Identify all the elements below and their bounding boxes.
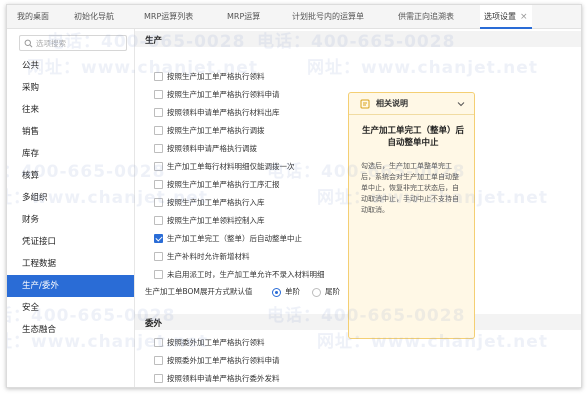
sidebar: 公共 采购 往来 销售 库存 核算 多组织 财务 凭证接口 工程数据 生产/委外… [7,29,135,387]
bom-expand-row: 生产加工单BOM展开方式默认值 单阶 尾阶 [145,286,340,298]
sidebar-item-public[interactable]: 公共 [7,55,134,77]
option-search[interactable] [19,35,127,51]
radio-last-level-label: 尾阶 [325,287,340,296]
radio-single-level[interactable] [272,288,281,297]
checkbox[interactable] [154,90,163,99]
checkbox[interactable] [154,72,163,81]
tab-trace[interactable]: 供需正向追溯表 [398,5,454,29]
tab-mrp-list[interactable]: MRP运算列表 [144,5,193,29]
chevron-down-icon[interactable] [457,100,465,108]
tab-bar: 我的桌面 初始化导航 MRP运算列表 MRP运算 计划批号内的运算单 供需正向追… [7,5,581,29]
sidebar-item-sales[interactable]: 销售 [7,121,134,143]
search-input[interactable] [36,37,122,49]
production-section-header [135,31,581,47]
checkbox[interactable] [154,162,163,171]
help-title: 生产加工单完工（整单）后自动整单中止 [361,126,464,148]
help-panel: 相关说明 生产加工单完工（整单）后自动整单中止 勾选后，生产加工单整单完工后，系… [348,92,475,339]
help-panel-header[interactable]: 相关说明 [349,93,474,115]
production-section-title: 生产 [145,36,163,46]
checkbox[interactable] [154,270,163,279]
tab-mrp-calc[interactable]: MRP运算 [227,5,260,29]
sidebar-item-finance[interactable]: 财务 [7,209,134,231]
radio-single-level-label: 单阶 [285,287,300,296]
checkbox-checked[interactable] [154,234,163,243]
tab-init-nav[interactable]: 初始化导航 [74,5,114,29]
bom-expand-label: 生产加工单BOM展开方式默认值 [145,287,253,296]
checkbox[interactable] [154,108,163,117]
close-icon[interactable]: × [520,12,528,22]
search-icon [24,39,33,48]
tab-my-desktop[interactable]: 我的桌面 [17,5,49,29]
checkbox[interactable] [154,180,163,189]
outsourcing-section-title: 委外 [145,319,163,329]
sidebar-item-costing[interactable]: 核算 [7,165,134,187]
sidebar-item-ecosystem[interactable]: 生态融合 [7,319,134,341]
checkbox[interactable] [154,252,163,261]
checkbox[interactable] [154,144,163,153]
sidebar-item-purchase[interactable]: 采购 [7,77,134,99]
tab-options-label: 选项设置 [484,12,516,21]
radio-last-level[interactable] [312,288,321,297]
sidebar-item-security[interactable]: 安全 [7,297,134,319]
tab-options[interactable]: 选项设置 × [480,5,532,29]
help-body: 勾选后，生产加工单整单完工后，系统会对生产加工单自动整单中止，恢复非完工状态后，… [361,162,459,214]
sidebar-item-accounts[interactable]: 往来 [7,99,134,121]
help-panel-heading: 相关说明 [376,99,408,108]
checkbox[interactable] [154,198,163,207]
sidebar-item-production[interactable]: 生产/委外 [7,275,134,297]
checkbox[interactable] [154,216,163,225]
options-content: 生产 按照生产加工单严格执行领料 按照生产加工单严格执行领料申请 按照领料申请单… [135,29,581,387]
sidebar-item-voucher[interactable]: 凭证接口 [7,231,134,253]
sidebar-item-inventory[interactable]: 库存 [7,143,134,165]
sidebar-item-multi-org[interactable]: 多组织 [7,187,134,209]
checkbox[interactable] [154,126,163,135]
note-icon [360,99,370,109]
checkbox[interactable] [154,338,163,347]
options-window: 我的桌面 初始化导航 MRP运算列表 MRP运算 计划批号内的运算单 供需正向追… [6,4,582,388]
sidebar-item-engineering[interactable]: 工程数据 [7,253,134,275]
checkbox[interactable] [154,374,163,383]
checkbox[interactable] [154,356,163,365]
tab-batch-calc[interactable]: 计划批号内的运算单 [292,5,364,29]
